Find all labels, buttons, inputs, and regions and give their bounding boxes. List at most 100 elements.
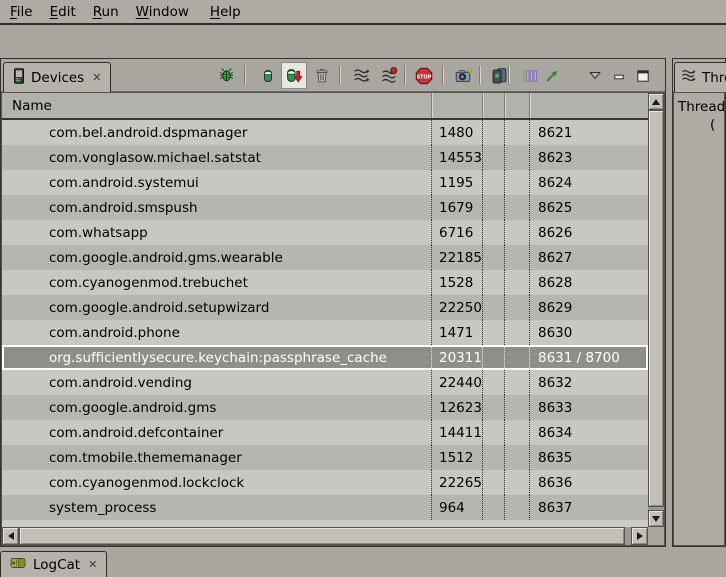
device-table-row[interactable]: com.android.phone 1471 8630 <box>2 320 648 345</box>
process-name-cell: com.google.android.gms.wearable <box>2 245 431 270</box>
device-table-row[interactable]: com.bel.android.dspmanager 1480 8621 <box>2 120 648 145</box>
empty-cell <box>504 420 529 445</box>
stop-process-button[interactable]: STOP <box>411 62 437 89</box>
menu-edit[interactable]: Edit <box>50 4 76 20</box>
empty-cell <box>482 395 504 420</box>
horizontal-scrollbar[interactable] <box>2 527 648 545</box>
scroll-up-button[interactable] <box>648 93 664 110</box>
process-name-cell: com.android.defcontainer <box>2 420 431 445</box>
scroll-left-button[interactable] <box>2 527 19 545</box>
maximize-button[interactable] <box>630 62 656 89</box>
header-cell-4[interactable] <box>504 93 529 118</box>
empty-cell <box>504 245 529 270</box>
device-table-row[interactable]: com.tmobile.thememanager 1512 8635 <box>2 445 648 470</box>
tab-threads[interactable]: Threa <box>674 62 726 92</box>
device-table-row[interactable]: com.android.systemui 1195 8624 <box>2 170 648 195</box>
close-icon[interactable]: ✕ <box>86 558 97 571</box>
port-cell: 8627 <box>529 245 648 270</box>
menu-window[interactable]: Window <box>136 4 189 20</box>
pid-cell: 14553 <box>431 145 482 170</box>
vertical-scrollbar-thumb[interactable] <box>648 110 664 507</box>
device-table-row[interactable]: org.sufficientlysecure.keychain:passphra… <box>2 345 648 370</box>
minimize-button[interactable] <box>606 62 632 89</box>
pid-cell: 1471 <box>431 320 482 345</box>
process-name-cell: com.bel.android.dspmanager <box>2 120 431 145</box>
empty-cell <box>504 370 529 395</box>
device-table-row[interactable]: com.whatsapp 6716 8626 <box>2 220 648 245</box>
empty-cell <box>504 295 529 320</box>
dump-hprof-icon <box>285 67 303 84</box>
pid-cell: 20311 <box>431 345 482 370</box>
start-method-profiling-button[interactable] <box>376 62 402 89</box>
vertical-scrollbar[interactable] <box>648 93 664 527</box>
screen-capture-icon <box>455 67 472 84</box>
device-table-row[interactable]: com.android.defcontainer 14411 8634 <box>2 420 648 445</box>
device-panel-icon <box>491 67 508 84</box>
threads-client-area: Thread up ( <box>673 92 725 546</box>
device-table-row[interactable]: com.google.android.gms 12623 8633 <box>2 395 648 420</box>
pid-cell: 1195 <box>431 170 482 195</box>
minimize-icon <box>613 69 626 82</box>
dump-hprof-button[interactable] <box>281 62 307 89</box>
scroll-down-button[interactable] <box>648 510 664 527</box>
triangle-left-icon <box>8 532 14 540</box>
port-cell: 8633 <box>529 395 648 420</box>
empty-cell <box>504 270 529 295</box>
header-cell-3[interactable] <box>482 93 504 118</box>
start-trace-icon <box>544 68 560 84</box>
header-cell-port[interactable] <box>529 93 648 118</box>
device-table-row[interactable]: com.google.android.gms.wearable 22185 86… <box>2 245 648 270</box>
devices-client-area: Name com.bel.android.dspmanager 1480 862… <box>1 92 665 546</box>
threads-view: Threa Thread up ( <box>672 58 726 547</box>
pid-cell: 1512 <box>431 445 482 470</box>
empty-cell <box>504 220 529 245</box>
start-trace-button[interactable] <box>539 62 565 89</box>
stop-process-icon: STOP <box>415 67 433 85</box>
device-table-row[interactable]: com.android.vending 22440 8632 <box>2 370 648 395</box>
device-table-header: Name <box>2 93 648 120</box>
svg-text:STOP: STOP <box>417 74 432 80</box>
pid-cell: 22440 <box>431 370 482 395</box>
devices-tab-label: Devices <box>31 70 84 86</box>
threads-message-line2: ( <box>710 117 715 133</box>
logcat-strip: LogCat ✕ <box>0 548 726 577</box>
header-cell-pid[interactable] <box>431 93 482 118</box>
menu-run[interactable]: Run <box>93 4 119 20</box>
device-table-row[interactable]: com.android.smspush 1679 8625 <box>2 195 648 220</box>
scrollbar-corner <box>648 527 664 545</box>
menu-help[interactable]: Help <box>210 4 241 20</box>
empty-cell <box>482 245 504 270</box>
threads-tab-label: Threa <box>702 70 726 86</box>
header-cell-name[interactable]: Name <box>2 93 431 118</box>
device-table-row[interactable]: com.cyanogenmod.lockclock 22265 8636 <box>2 470 648 495</box>
device-table-zone: Name com.bel.android.dspmanager 1480 862… <box>2 93 664 527</box>
tab-logcat[interactable]: LogCat ✕ <box>0 551 107 577</box>
device-table-row[interactable]: com.google.android.setupwizard 22250 862… <box>2 295 648 320</box>
device-table-row[interactable]: com.vonglasow.michael.satstat 14553 8623 <box>2 145 648 170</box>
port-cell: 8623 <box>529 145 648 170</box>
port-cell: 8630 <box>529 320 648 345</box>
update-heap-button[interactable] <box>255 62 281 89</box>
device-table-rows: com.bel.android.dspmanager 1480 8621 com… <box>2 120 648 527</box>
horizontal-scrollbar-thumb[interactable] <box>19 527 625 545</box>
process-name-cell: com.cyanogenmod.trebuchet <box>2 270 431 295</box>
cause-gc-button[interactable] <box>309 62 335 89</box>
port-cell: 8635 <box>529 445 648 470</box>
view-menu-button[interactable] <box>582 65 608 85</box>
close-icon[interactable]: ✕ <box>90 71 101 84</box>
process-name-cell: system_process <box>2 495 431 520</box>
device-table-row[interactable]: system_process 964 8637 <box>2 495 648 520</box>
debug-button[interactable] <box>213 62 239 89</box>
toolbar-separator <box>442 66 443 84</box>
empty-cell <box>504 170 529 195</box>
device-table: Name com.bel.android.dspmanager 1480 862… <box>2 93 648 527</box>
port-cell: 8624 <box>529 170 648 195</box>
pid-cell: 22250 <box>431 295 482 320</box>
pid-cell: 964 <box>431 495 482 520</box>
tab-devices[interactable]: Devices ✕ <box>3 62 111 92</box>
menu-file[interactable]: File <box>10 4 33 20</box>
update-threads-button[interactable] <box>348 62 374 89</box>
device-table-row[interactable]: com.cyanogenmod.trebuchet 1528 8628 <box>2 270 648 295</box>
screen-capture-button[interactable] <box>450 62 476 89</box>
scroll-right-button[interactable] <box>631 527 648 545</box>
